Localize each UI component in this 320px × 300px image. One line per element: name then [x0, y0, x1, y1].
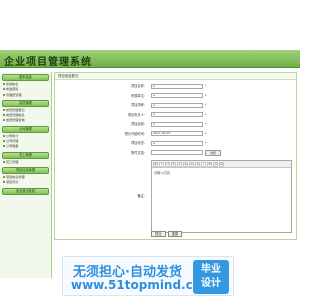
- field-input[interactable]: a: [151, 102, 203, 108]
- ad-banner: 无须担心·自动发货 www.51topmind.com 毕业 设计: [62, 256, 234, 296]
- toolbar-button[interactable]: ≡: [189, 162, 194, 167]
- toolbar-button[interactable]: ≡: [183, 162, 188, 167]
- field-label: 项目简称：: [131, 103, 147, 107]
- field-label: 预计开始时间：: [124, 131, 147, 136]
- required-marker: *: [205, 84, 207, 88]
- field-input[interactable]: a: [151, 93, 203, 98]
- sidebar-section-5[interactable]: 安全退出系统: [2, 187, 49, 195]
- sidebar-item[interactable]: 项目评分: [3, 180, 51, 185]
- toolbar-button[interactable]: #: [207, 162, 212, 167]
- field-input[interactable]: [151, 150, 203, 155]
- sidebar-item[interactable]: 员工管理: [3, 160, 51, 165]
- bullet-icon: [3, 181, 5, 184]
- sidebar-item-label: 公司简介: [6, 133, 19, 138]
- field-input[interactable]: 2017-03-07: [151, 131, 203, 136]
- form-row: 附件文档： 浏览: [55, 149, 296, 157]
- bullet-icon: [3, 160, 5, 163]
- toolbar-button[interactable]: •: [201, 162, 206, 167]
- toolbar-button[interactable]: A: [177, 162, 182, 167]
- title-bar: 企业项目管理系统: [0, 50, 300, 68]
- bullet-icon: [3, 145, 5, 148]
- field-label: 项目名称：: [131, 84, 147, 88]
- sidebar-item-label: 公司规章: [6, 144, 19, 149]
- sidebar-section-0[interactable]: 基本信息: [2, 74, 49, 81]
- sidebar-section-2[interactable]: 公司管理: [2, 125, 49, 133]
- ad-badge-line1: 毕业: [201, 264, 221, 275]
- form-row: 项目经费： a *: [55, 120, 296, 128]
- ad-badge-line2: 设计: [201, 278, 221, 289]
- sidebar-item-label: 项目信息管理: [6, 174, 25, 179]
- field-input[interactable]: a: [151, 121, 203, 127]
- bullet-icon: [3, 134, 5, 137]
- sidebar-item-label: 修改密码: [6, 87, 19, 92]
- sidebar-item-label: 成员管理信息: [6, 113, 25, 118]
- sidebar: 基本信息 系统信息 修改密码 管理员管理 成员管理 成员管理登记 成员管理信息 成员管理查询公…: [0, 72, 52, 278]
- toolbar-button[interactable]: ⊟: [219, 162, 224, 167]
- required-marker: *: [205, 122, 207, 126]
- toolbar-button[interactable]: 🔗: [213, 162, 218, 167]
- notes-label: 备注：: [137, 194, 147, 198]
- bullet-icon: [3, 114, 5, 117]
- reset-button[interactable]: 重置: [167, 231, 183, 237]
- editor-body[interactable]: 请输入内容: [152, 168, 291, 177]
- field-label: 项目经费：: [131, 122, 147, 126]
- field-input[interactable]: a: [151, 83, 203, 89]
- form-row: 项目负责人： a *: [55, 111, 296, 119]
- toolbar-button[interactable]: ≡: [195, 162, 200, 167]
- bullet-icon: [3, 108, 5, 111]
- field-input[interactable]: a: [151, 112, 203, 117]
- sidebar-item-label: 系统信息: [6, 82, 19, 86]
- sidebar-item-label: 成员管理登记: [6, 107, 25, 112]
- field-label: 项目状态：: [131, 141, 147, 145]
- sidebar-item-label: 员工管理: [6, 159, 19, 164]
- field-label: 所属单位：: [131, 93, 147, 98]
- sidebar-section-4[interactable]: 项目信息管理: [2, 166, 49, 174]
- field-input[interactable]: a: [151, 140, 203, 146]
- bullet-icon: [3, 140, 5, 143]
- field-label: 附件文档：: [131, 150, 147, 155]
- required-marker: *: [205, 141, 207, 145]
- sidebar-item-label: 项目评分: [6, 180, 19, 185]
- sidebar-item[interactable]: 公司规章: [3, 144, 51, 149]
- bullet-icon: [3, 88, 5, 91]
- notes-editor[interactable]: B I U S A ≡ ≡ ≡ • # 🔗 ⊟ 请输入内容: [151, 160, 292, 233]
- form-row: 所属单位： a *: [55, 92, 296, 100]
- form-row: 预计开始时间： 2017-03-07 *: [55, 130, 296, 138]
- sidebar-item-label: 管理员管理: [6, 92, 22, 97]
- bullet-icon: [3, 83, 5, 85]
- bullet-icon: [3, 93, 5, 96]
- sidebar-item-label: 公司管理: [6, 139, 19, 144]
- field-label: 项目负责人：: [127, 112, 147, 117]
- required-marker: *: [205, 131, 207, 136]
- form-row: 项目状态： a *: [55, 139, 296, 147]
- breadcrumb: 项目信息登记: [55, 73, 296, 80]
- bullet-icon: [3, 175, 5, 178]
- toolbar-button[interactable]: U: [165, 162, 170, 167]
- ad-badge: 毕业 设计: [193, 260, 229, 294]
- app-title: 企业项目管理系统: [4, 57, 92, 68]
- required-marker: *: [205, 112, 207, 117]
- toolbar-button[interactable]: B: [153, 162, 158, 167]
- sidebar-item[interactable]: 管理员管理: [3, 93, 51, 98]
- browse-button[interactable]: 浏览: [205, 149, 221, 156]
- sidebar-item-label: 成员管理查询: [6, 118, 25, 123]
- toolbar-button[interactable]: I: [159, 162, 164, 167]
- bullet-icon: [3, 119, 5, 122]
- required-marker: *: [205, 93, 207, 98]
- form-row: 项目简称： a *: [55, 101, 296, 109]
- sidebar-item[interactable]: 成员管理查询: [3, 118, 51, 123]
- submit-button[interactable]: 提交: [151, 231, 166, 237]
- sidebar-section-1[interactable]: 成员管理: [2, 99, 49, 107]
- form-buttons: 提交 重置: [151, 231, 183, 237]
- main-panel: 项目信息登记 项目名称： a * 所属单位： a * 项目简称： a * 项目负责人： a * 项目经费…: [54, 72, 297, 240]
- required-marker: *: [205, 103, 207, 107]
- form-row: 项目名称： a *: [55, 82, 296, 90]
- sidebar-section-3[interactable]: 员工管理: [2, 151, 49, 159]
- toolbar-button[interactable]: S: [171, 162, 176, 167]
- editor-toolbar: B I U S A ≡ ≡ ≡ • # 🔗 ⊟: [152, 161, 291, 168]
